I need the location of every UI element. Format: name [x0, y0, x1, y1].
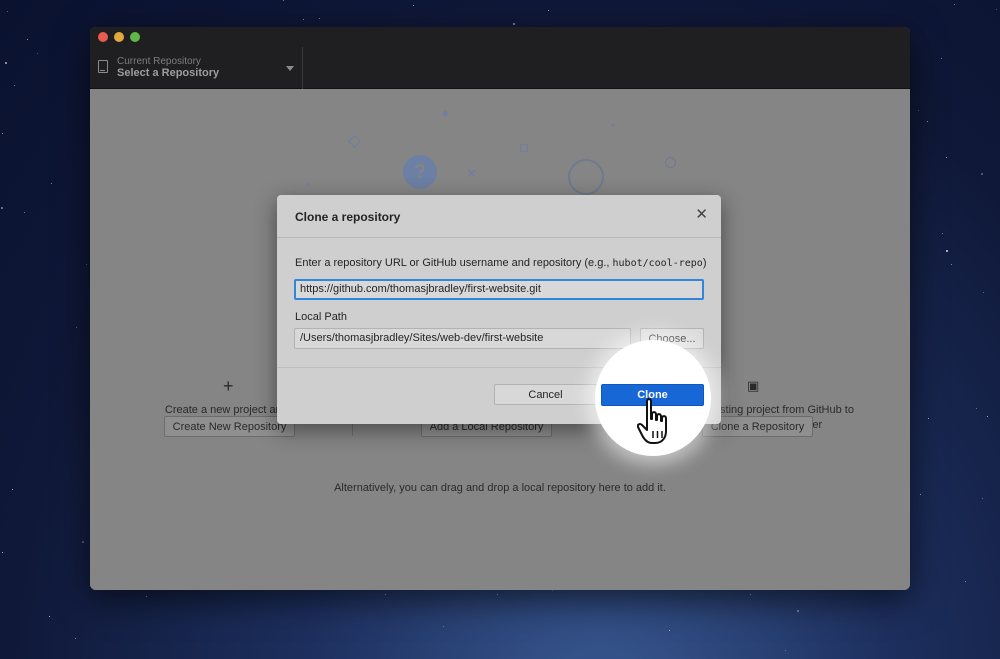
star	[146, 596, 147, 597]
star	[283, 0, 284, 1]
star	[7, 11, 8, 12]
star	[5, 62, 7, 64]
star	[982, 498, 983, 499]
repo-name: Select a Repository	[117, 67, 220, 79]
star	[12, 489, 13, 490]
hand-cursor-icon	[637, 398, 667, 444]
planet-icon	[568, 159, 604, 195]
star	[920, 494, 921, 495]
repo-icon	[98, 60, 108, 73]
repo-clone-icon: ▣	[747, 378, 760, 393]
plus-icon: +	[223, 376, 234, 396]
close-window-button[interactable]	[98, 32, 108, 42]
star	[996, 9, 997, 10]
star	[385, 594, 386, 595]
dialog-title: Clone a repository	[295, 210, 401, 224]
cancel-button[interactable]: Cancel	[494, 384, 597, 405]
dot-decoration-icon: ●	[306, 182, 310, 188]
star	[987, 416, 988, 417]
toolbar: Current Repository Select a Repository	[90, 47, 910, 89]
star	[941, 58, 942, 59]
star	[24, 212, 25, 213]
star	[965, 581, 966, 582]
star	[2, 133, 3, 134]
star	[951, 264, 952, 265]
star	[86, 264, 87, 265]
current-repository-selector[interactable]: Current Repository Select a Repository	[90, 47, 303, 89]
drag-drop-hint: Alternatively, you can drag and drop a l…	[334, 482, 666, 494]
minimize-window-button[interactable]	[114, 32, 124, 42]
star	[548, 10, 549, 11]
diamond-decoration-icon	[348, 135, 361, 148]
star	[51, 183, 52, 184]
star	[946, 157, 947, 158]
star	[750, 594, 751, 595]
star	[983, 292, 984, 293]
dot-decoration-icon: ●	[611, 122, 616, 129]
star	[27, 39, 28, 40]
sparkle-icon: ◆	[442, 108, 449, 118]
star	[954, 4, 955, 5]
star	[76, 327, 77, 328]
instruction-example: hubot/cool-repo	[612, 258, 703, 269]
star	[497, 594, 498, 595]
repo-caption: Current Repository	[117, 56, 201, 67]
local-path-input[interactable]: /Users/thomasjbradley/Sites/web-dev/firs…	[294, 328, 631, 349]
chevron-down-icon	[286, 66, 294, 71]
star	[927, 121, 928, 122]
instruction-text: Enter a repository URL or GitHub usernam…	[295, 257, 613, 269]
star	[75, 638, 76, 639]
star	[785, 650, 786, 651]
star	[946, 250, 948, 252]
star	[1, 207, 3, 209]
star	[443, 626, 444, 627]
star	[37, 53, 38, 54]
star	[797, 610, 799, 612]
close-icon[interactable]: ✕	[695, 207, 708, 222]
repository-url-input[interactable]: https://github.com/thomasjbradley/first-…	[294, 279, 704, 300]
star	[942, 233, 943, 234]
star	[2, 552, 3, 553]
star	[82, 541, 84, 543]
star	[14, 85, 15, 86]
star	[918, 110, 919, 111]
create-new-repository-button[interactable]: Create New Repository	[164, 416, 295, 437]
star	[49, 616, 50, 617]
star	[928, 418, 929, 419]
star	[303, 19, 304, 20]
star	[669, 630, 670, 631]
question-bubble-icon: ?	[403, 155, 437, 189]
star	[981, 173, 983, 175]
star	[319, 18, 320, 19]
title-bar	[90, 27, 910, 47]
ring-decoration-icon	[665, 157, 676, 168]
star	[513, 23, 515, 25]
star	[413, 5, 414, 6]
column-divider	[352, 424, 353, 436]
star	[552, 590, 553, 591]
dialog-header: Clone a repository ✕	[277, 195, 721, 238]
instruction-suffix: )	[702, 257, 707, 269]
zoom-window-button[interactable]	[130, 32, 140, 42]
local-path-label: Local Path	[295, 311, 347, 323]
url-instructions: Enter a repository URL or GitHub usernam…	[295, 257, 707, 269]
square-decoration-icon	[520, 144, 528, 152]
x-decoration-icon: ✕	[466, 166, 477, 181]
star	[976, 408, 977, 409]
